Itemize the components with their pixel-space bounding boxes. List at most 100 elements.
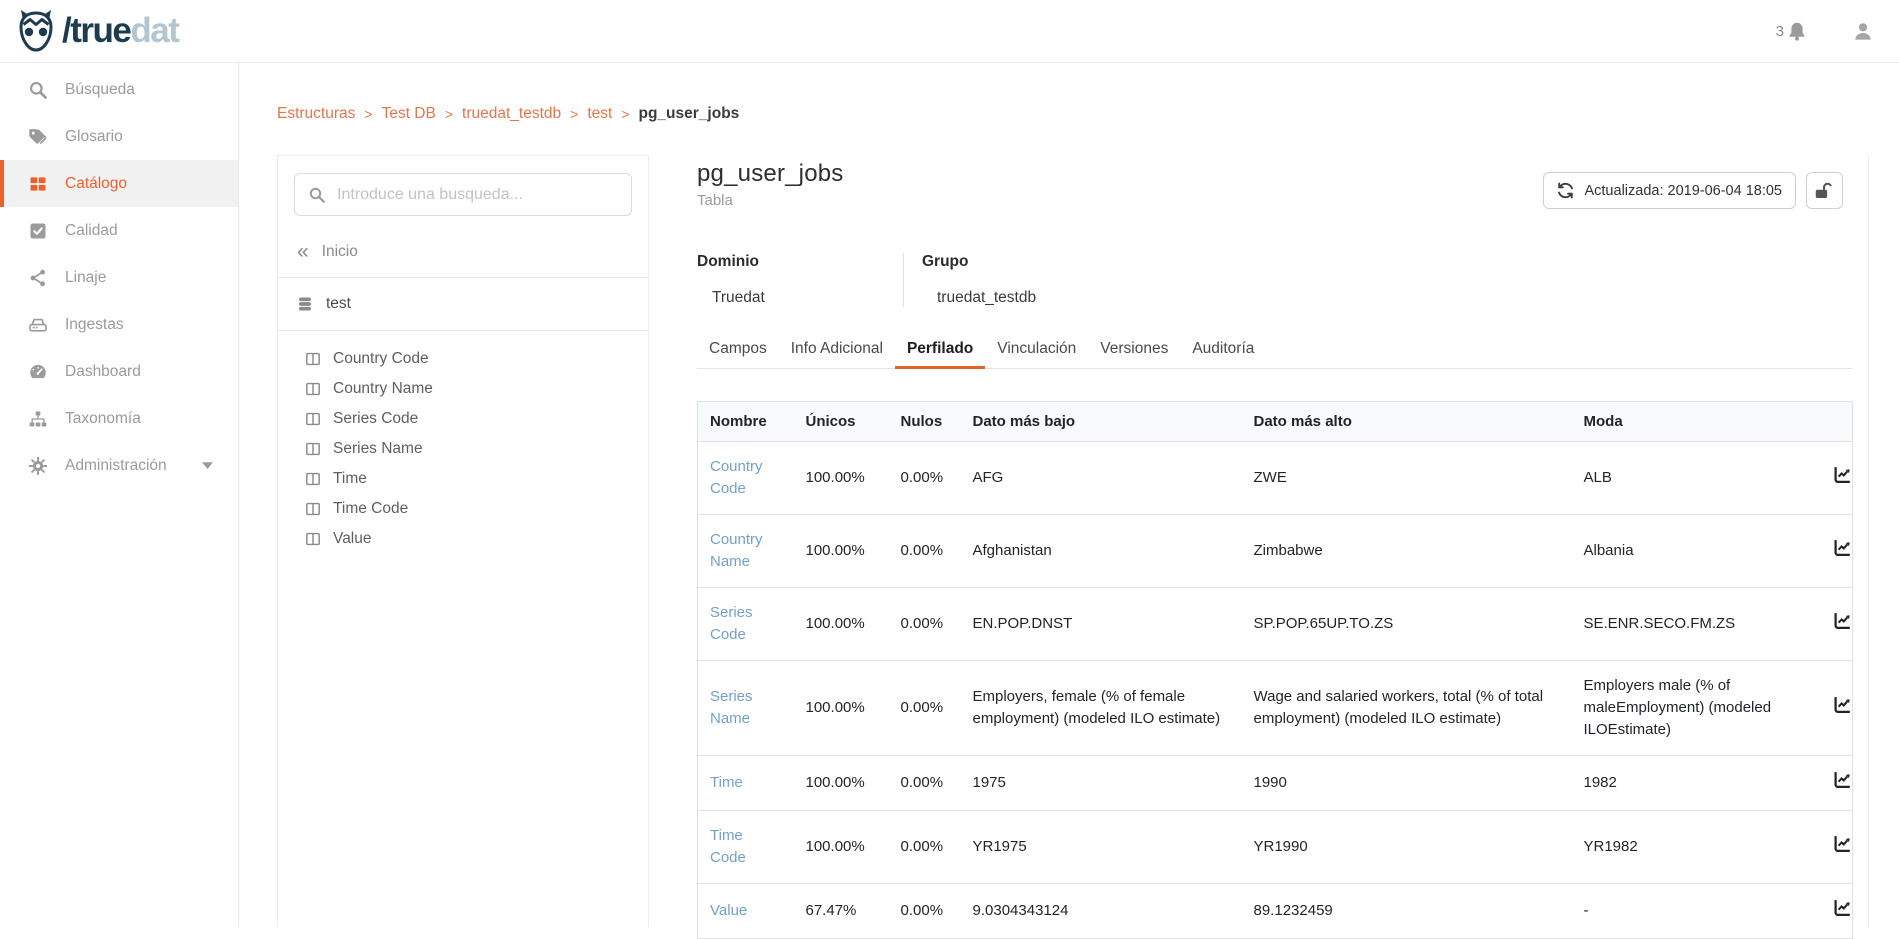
breadcrumb-separator: > xyxy=(364,106,372,122)
tab-versiones[interactable]: Versiones xyxy=(1088,331,1180,368)
column-item-country-code[interactable]: Country Code xyxy=(305,344,648,374)
chart-line-icon[interactable] xyxy=(1833,695,1852,714)
grid-icon xyxy=(27,173,48,194)
tags-icon xyxy=(27,126,48,147)
cell-uniques: 100.00% xyxy=(794,811,889,884)
chart-line-icon[interactable] xyxy=(1833,898,1852,917)
tab-campos[interactable]: Campos xyxy=(697,331,779,368)
field-link[interactable]: Time Code xyxy=(710,827,746,866)
column-list: Country Code Country Name Series Code Se… xyxy=(278,331,648,554)
field-link[interactable]: Country Code xyxy=(710,458,763,497)
tab-perfilado[interactable]: Perfilado xyxy=(895,331,985,368)
cell-highest: Wage and salaried workers, total (% of t… xyxy=(1242,661,1572,756)
breadcrumb-link-testdb[interactable]: Test DB xyxy=(382,105,436,123)
search-icon xyxy=(308,186,326,204)
user-menu-button[interactable] xyxy=(1853,21,1873,41)
sidebar-item-busqueda[interactable]: Búsqueda xyxy=(0,66,238,113)
chart-line-icon[interactable] xyxy=(1833,465,1852,484)
sidebar-item-label: Linaje xyxy=(65,269,106,287)
cell-lowest: AFG xyxy=(961,442,1242,515)
sidebar-item-label: Glosario xyxy=(65,128,123,146)
structure-panel: « Inicio test Country Code Country Name … xyxy=(277,155,649,927)
updated-label: Actualizada: 2019-06-04 18:05 xyxy=(1584,183,1782,199)
sidebar-item-ingestas[interactable]: Ingestas xyxy=(0,301,238,348)
header-nulos: Nulos xyxy=(889,402,961,442)
column-item-label: Series Name xyxy=(333,440,423,458)
domain-value: Truedat xyxy=(697,289,903,307)
chart-line-icon[interactable] xyxy=(1833,611,1852,630)
column-item-time[interactable]: Time xyxy=(305,464,648,494)
search-icon xyxy=(27,79,48,100)
breadcrumb-link-truedat-testdb[interactable]: truedat_testdb xyxy=(462,105,561,123)
tab-info-adicional[interactable]: Info Adicional xyxy=(779,331,895,368)
chart-line-icon[interactable] xyxy=(1833,538,1852,557)
sidebar-item-taxonomia[interactable]: Taxonomía xyxy=(0,395,238,442)
unlock-icon xyxy=(1814,182,1835,200)
columns-icon xyxy=(305,441,321,457)
table-row: Series Code 100.00% 0.00% EN.POP.DNST SP… xyxy=(698,588,1853,661)
group-value: truedat_testdb xyxy=(922,289,1036,307)
column-item-series-name[interactable]: Series Name xyxy=(305,434,648,464)
panel-home-button[interactable]: « Inicio xyxy=(278,233,648,277)
field-link[interactable]: Country Name xyxy=(710,531,763,570)
drive-icon xyxy=(27,314,48,335)
column-item-label: Time Code xyxy=(333,500,408,518)
cell-mode: ALB xyxy=(1572,442,1821,515)
cell-uniques: 100.00% xyxy=(794,661,889,756)
sidebar-item-catalogo[interactable]: Catálogo xyxy=(0,160,238,207)
cell-uniques: 67.47% xyxy=(794,884,889,939)
breadcrumb: Estructuras > Test DB > truedat_testdb >… xyxy=(277,105,739,123)
chart-line-icon[interactable] xyxy=(1833,834,1852,853)
sidebar-item-label: Catálogo xyxy=(65,175,127,193)
group-label: Grupo xyxy=(922,253,1036,271)
column-item-time-code[interactable]: Time Code xyxy=(305,494,648,524)
column-item-label: Value xyxy=(333,530,372,548)
breadcrumb-link-test[interactable]: test xyxy=(587,105,612,123)
profile-table: Nombre Únicos Nulos Dato más bajo Dato m… xyxy=(697,401,1853,939)
breadcrumb-current: pg_user_jobs xyxy=(639,105,740,123)
domain-block: Dominio Truedat xyxy=(697,253,903,307)
header-moda: Moda xyxy=(1572,402,1821,442)
cell-lowest: Afghanistan xyxy=(961,515,1242,588)
brand-wordmark: /truedat xyxy=(62,11,178,51)
sidebar-item-calidad[interactable]: Calidad xyxy=(0,207,238,254)
tab-vinculacion[interactable]: Vinculación xyxy=(985,331,1088,368)
notifications-button[interactable]: 3 xyxy=(1776,21,1807,41)
sidebar-item-glosario[interactable]: Glosario xyxy=(0,113,238,160)
user-icon xyxy=(1853,21,1873,41)
cell-mode: Employers male (% of maleEmployment) (mo… xyxy=(1572,661,1821,756)
refresh-updated-button[interactable]: Actualizada: 2019-06-04 18:05 xyxy=(1543,172,1796,209)
sidebar-item-label: Búsqueda xyxy=(65,81,135,99)
chart-line-icon[interactable] xyxy=(1833,770,1852,789)
columns-icon xyxy=(305,351,321,367)
field-link[interactable]: Series Code xyxy=(710,604,753,643)
column-item-label: Time xyxy=(333,470,367,488)
field-link[interactable]: Value xyxy=(710,902,747,919)
cell-uniques: 100.00% xyxy=(794,515,889,588)
sidebar-item-administracion[interactable]: Administración xyxy=(0,442,238,489)
truedat-logo[interactable]: /truedat xyxy=(14,7,178,55)
lock-toggle-button[interactable] xyxy=(1806,172,1843,209)
sidebar-item-linaje[interactable]: Linaje xyxy=(0,254,238,301)
tab-auditoria[interactable]: Auditoría xyxy=(1180,331,1266,368)
search-input[interactable] xyxy=(337,186,618,204)
breadcrumb-link-estructuras[interactable]: Estructuras xyxy=(277,105,355,123)
cell-lowest: 1975 xyxy=(961,756,1242,811)
column-item-label: Country Name xyxy=(333,380,433,398)
cell-highest: 1990 xyxy=(1242,756,1572,811)
columns-icon xyxy=(305,381,321,397)
domain-label: Dominio xyxy=(697,253,903,271)
field-link[interactable]: Time xyxy=(710,774,743,791)
breadcrumb-separator: > xyxy=(445,106,453,122)
structure-search xyxy=(294,173,632,216)
column-item-country-name[interactable]: Country Name xyxy=(305,374,648,404)
column-item-value[interactable]: Value xyxy=(305,524,648,554)
database-icon xyxy=(297,296,313,312)
field-link[interactable]: Series Name xyxy=(710,688,753,727)
sidebar-item-dashboard[interactable]: Dashboard xyxy=(0,348,238,395)
tree-item-label: test xyxy=(326,295,351,313)
cell-highest: Zimbabwe xyxy=(1242,515,1572,588)
sync-icon xyxy=(1557,182,1574,199)
tree-item-test[interactable]: test xyxy=(278,278,648,330)
column-item-series-code[interactable]: Series Code xyxy=(305,404,648,434)
